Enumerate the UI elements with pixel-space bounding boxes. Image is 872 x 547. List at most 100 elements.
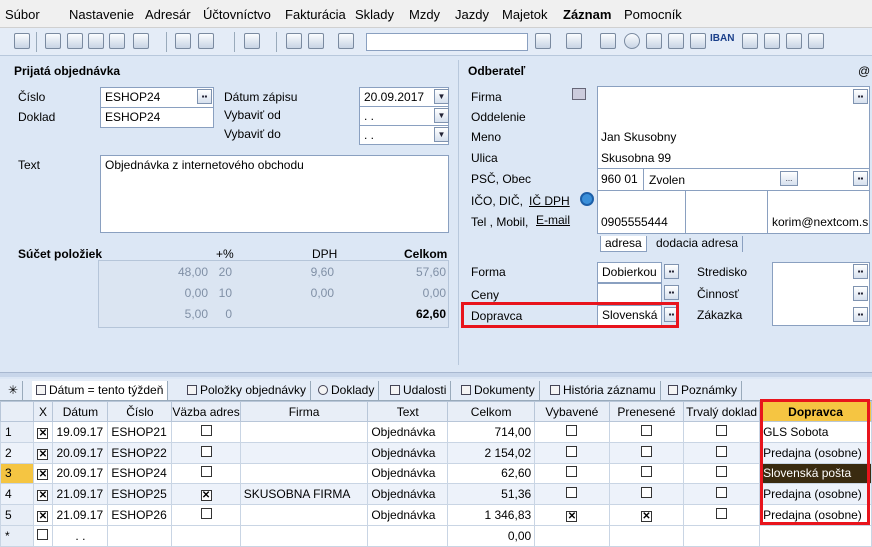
row-number[interactable]: 5	[0, 504, 34, 526]
zakazka-picker-icon[interactable]: ▪▪	[853, 307, 868, 322]
preview-icon[interactable]	[88, 33, 104, 49]
ulica-value[interactable]: Skusobna 99	[601, 151, 671, 165]
cislo-cell[interactable]	[107, 524, 173, 547]
prenesene-cell[interactable]	[608, 462, 685, 485]
menu-majetok[interactable]: Majetok	[502, 7, 548, 22]
prenesene-cell[interactable]	[608, 524, 685, 547]
menu-mzdy[interactable]: Mzdy	[409, 7, 440, 22]
firma-cell[interactable]	[239, 524, 369, 547]
trvaly-checkbox[interactable]	[716, 508, 728, 520]
browser-icon[interactable]	[580, 192, 594, 206]
trvaly-checkbox[interactable]	[716, 445, 728, 457]
calendar-dropdown-icon[interactable]: ▼	[434, 127, 449, 142]
vybavene-cell[interactable]	[534, 483, 610, 506]
vazba-checkbox[interactable]: ✕	[200, 490, 212, 502]
obec-value[interactable]: Zvolen	[649, 173, 685, 187]
select-checkbox[interactable]: ✕	[37, 511, 49, 523]
vybavene-checkbox[interactable]	[566, 487, 578, 499]
row-number[interactable]: 4	[0, 483, 34, 506]
select-cell[interactable]: ✕	[32, 421, 54, 443]
pin-icon[interactable]: ✳	[4, 381, 24, 400]
table-row[interactable]: 4 ✕ 21.09.17 ESHOP25 ✕ SKUSOBNA FIRMA Objednáv…	[0, 483, 872, 506]
col-prenesene[interactable]: Prenesené	[608, 401, 685, 422]
clipboard-icon[interactable]	[338, 33, 354, 49]
table-row[interactable]: 3 ✕ 20.09.17 ESHOP24 Objednávka 62,60 Slovensk…	[0, 462, 872, 485]
obec-picker-icon[interactable]: ...	[780, 171, 798, 186]
text-cell[interactable]	[367, 524, 449, 547]
filter-icon[interactable]	[535, 33, 551, 49]
money-icon[interactable]	[600, 33, 616, 49]
vazba-cell[interactable]	[171, 441, 241, 464]
trvaly-checkbox[interactable]	[716, 424, 728, 436]
forma-field[interactable]: Dobierkou	[597, 262, 662, 283]
tab-doklady[interactable]: Doklady	[314, 381, 380, 400]
prenesene-checkbox[interactable]	[640, 487, 652, 499]
col-rownum[interactable]	[0, 401, 34, 422]
calculator-icon[interactable]	[646, 33, 662, 49]
prenesene-checkbox[interactable]: ✕	[640, 511, 652, 523]
vazba-cell[interactable]: ✕	[171, 483, 241, 506]
vybavene-cell[interactable]	[534, 441, 610, 464]
trvaly-cell[interactable]	[683, 441, 761, 464]
trvaly-cell[interactable]	[683, 524, 761, 547]
col-celkom[interactable]: Celkom	[447, 401, 536, 422]
select-cell[interactable]: ✕	[32, 483, 54, 506]
list-icon[interactable]	[764, 33, 780, 49]
trvaly-checkbox[interactable]	[716, 466, 728, 478]
help-icon[interactable]	[808, 33, 824, 49]
tab-historia[interactable]: História záznamu	[546, 381, 661, 400]
firma-picker-icon[interactable]: ▪▪	[853, 89, 868, 104]
table-row[interactable]: 5 ✕ 21.09.17 ESHOP26 Objednávka 1 346,83 ✕ ✕ Pre…	[0, 504, 872, 526]
menu-sklady[interactable]: Sklady	[355, 7, 394, 22]
menu-subor[interactable]: Súbor	[5, 7, 40, 22]
menu-uctovnictvo[interactable]: Účtovníctvo	[203, 7, 271, 22]
prenesene-checkbox[interactable]	[640, 466, 652, 478]
address-book-icon[interactable]	[572, 88, 586, 100]
prenesene-cell[interactable]	[608, 441, 685, 464]
select-cell[interactable]	[32, 524, 54, 547]
exit-icon[interactable]	[14, 33, 30, 49]
select-cell[interactable]: ✕	[32, 441, 54, 464]
menu-jazdy[interactable]: Jazdy	[455, 7, 489, 22]
card-icon[interactable]	[786, 33, 802, 49]
trvaly-cell[interactable]	[683, 483, 761, 506]
print-icon[interactable]	[67, 33, 83, 49]
coin-icon[interactable]	[624, 33, 640, 49]
forma-picker-icon[interactable]: ▪▪	[664, 264, 679, 279]
menu-fakturacia[interactable]: Fakturácia	[285, 7, 346, 22]
back-arrow-icon[interactable]	[244, 33, 260, 49]
col-text[interactable]: Text	[367, 401, 449, 422]
export-icon[interactable]	[109, 33, 125, 49]
vazba-cell[interactable]	[171, 504, 241, 526]
vazba-checkbox[interactable]	[200, 445, 212, 457]
calendar-dropdown-icon[interactable]: ▼	[434, 89, 449, 104]
vazba-cell[interactable]	[171, 462, 241, 485]
vybavene-cell[interactable]	[534, 524, 610, 547]
trvaly-cell[interactable]	[683, 421, 761, 443]
vazba-checkbox[interactable]	[200, 466, 212, 478]
trvaly-cell[interactable]	[683, 504, 761, 526]
vazba-checkbox[interactable]	[200, 424, 212, 436]
email-value[interactable]: korim@nextcom.s	[772, 215, 869, 229]
tab-dodacia-adresa[interactable]: dodacia adresa	[652, 236, 744, 252]
tab-datum[interactable]: Dátum = tento týždeň	[32, 381, 169, 400]
tab-dokumenty[interactable]: Dokumenty	[457, 381, 540, 400]
meno-value[interactable]: Jan Skusobny	[601, 130, 676, 144]
select-cell[interactable]: ✕	[32, 504, 54, 526]
new-row[interactable]: * . . 0,00	[0, 524, 872, 547]
vazba-cell[interactable]	[171, 524, 241, 547]
email-link[interactable]: E-mail	[536, 213, 570, 227]
vybavene-checkbox[interactable]	[566, 424, 578, 436]
icdph-link[interactable]: IČ DPH	[529, 194, 570, 208]
prenesene-checkbox[interactable]	[640, 445, 652, 457]
text-field[interactable]: Objednávka z internetového obchodu	[100, 155, 449, 233]
select-checkbox[interactable]	[37, 528, 49, 540]
trvaly-checkbox[interactable]	[716, 487, 728, 499]
col-vybavene[interactable]: Vybavené	[534, 401, 610, 422]
row-number[interactable]: 3	[0, 462, 34, 485]
prenesene-cell[interactable]	[608, 421, 685, 443]
menu-nastavenie[interactable]: Nastavenie	[69, 7, 134, 22]
tab-polozky[interactable]: Položky objednávky	[183, 381, 312, 400]
tab-adresa[interactable]: adresa	[600, 236, 647, 252]
row-number[interactable]: 1	[0, 421, 34, 443]
